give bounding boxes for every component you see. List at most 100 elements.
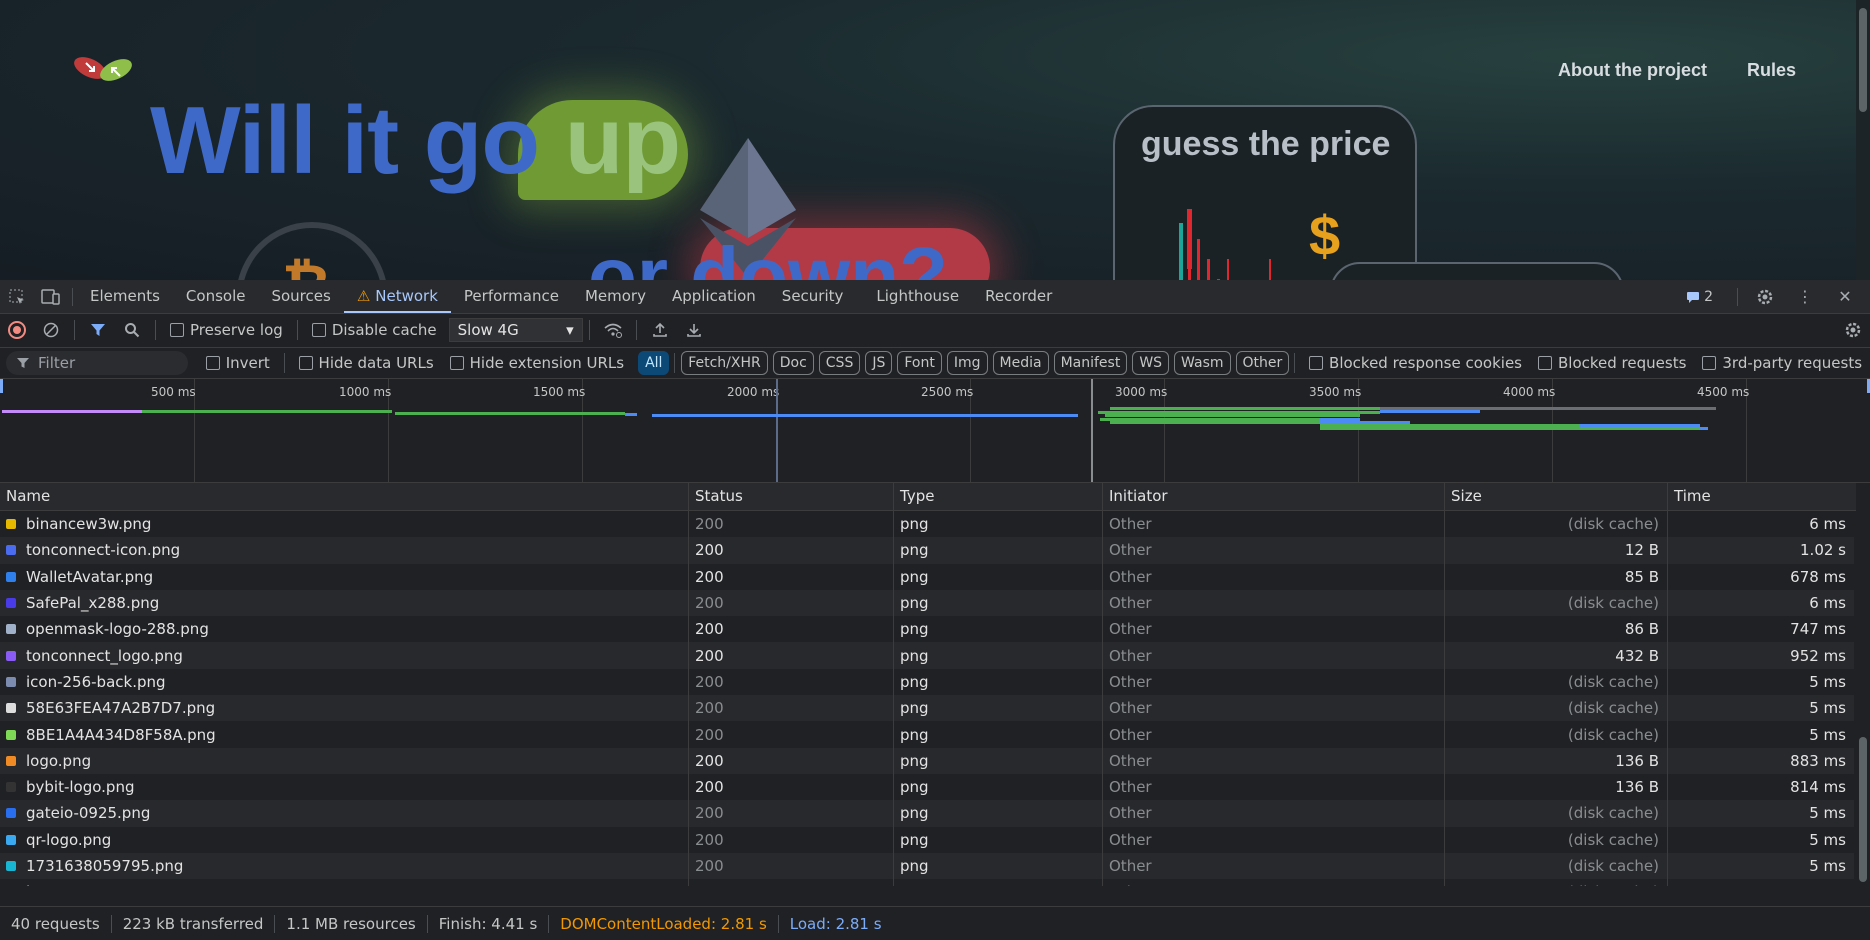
blocked-requests-checkbox[interactable]: Blocked requests <box>1538 354 1686 372</box>
cell-initiator: Other <box>1102 511 1444 538</box>
network-conditions-icon[interactable] <box>596 313 630 347</box>
console-messages-badge[interactable]: 2 <box>1686 289 1713 305</box>
table-row[interactable]: 1731638059795.png 200 png Other (disk cache)… <box>0 852 1854 880</box>
table-row[interactable]: openmask-logo-288.png 200 png Other 86 B 747 … <box>0 616 1854 643</box>
network-overview-timeline[interactable]: 500 ms 1000 ms 1500 ms 2000 ms 2500 ms 3… <box>0 379 1870 483</box>
close-devtools-icon[interactable]: ✕ <box>1828 280 1862 313</box>
nav-rules-link[interactable]: Rules <box>1747 60 1796 81</box>
hide-extension-urls-checkbox[interactable]: Hide extension URLs <box>449 354 624 372</box>
throttling-select[interactable]: Slow 4G ▾ <box>448 318 583 342</box>
third-party-checkbox[interactable]: 3rd-party requests <box>1702 354 1862 372</box>
table-row[interactable]: WalletAvatar.png 200 png Other 85 B 678 ms <box>0 563 1854 590</box>
hide-data-urls-checkbox[interactable]: Hide data URLs <box>298 354 434 372</box>
invert-checkbox[interactable]: Invert <box>205 354 270 372</box>
cell-time: 6 ms <box>1667 589 1854 617</box>
table-row[interactable]: logo.png 200 png Other 136 B 883 ms <box>0 747 1854 774</box>
name-text: WalletAvatar.png <box>26 567 154 586</box>
tab-recorder[interactable]: Recorder <box>972 280 1065 313</box>
table-row[interactable]: tonconnect_logo.png 200 png Other 432 B 952 m… <box>0 642 1854 669</box>
cell-initiator: Other <box>1102 747 1444 774</box>
filter-icon[interactable] <box>81 313 115 347</box>
disable-cache-checkbox[interactable]: Disable cache <box>311 321 437 339</box>
blocked-cookies-label: Blocked response cookies <box>1329 354 1522 372</box>
type-filter-font[interactable]: Font <box>897 351 942 375</box>
preserve-log-checkbox[interactable]: Preserve log <box>170 321 283 339</box>
table-scrollbar[interactable] <box>1856 483 1870 886</box>
column-initiator[interactable]: Initiator <box>1102 483 1444 510</box>
size-text: (disk cache) <box>1567 857 1659 875</box>
type-filter-doc[interactable]: Doc <box>772 351 814 375</box>
blocked-cookies-checkbox[interactable]: Blocked response cookies <box>1309 354 1522 372</box>
type-filter-other[interactable]: Other <box>1235 351 1290 375</box>
settings-gear-icon[interactable] <box>1748 280 1782 313</box>
table-row[interactable]: binancew3w.png 200 png Other (disk cache) 6 m… <box>0 511 1854 538</box>
device-toolbar-icon[interactable] <box>34 280 68 313</box>
import-har-icon[interactable] <box>643 313 677 347</box>
tab-network[interactable]: ⚠ Network <box>343 280 451 313</box>
cell-size: (disk cache) <box>1444 879 1667 886</box>
tick-label: 2000 ms <box>727 385 780 399</box>
network-status-bar: 40 requests 223 kB transferred 1.1 MB re… <box>0 906 1870 940</box>
inspect-element-icon[interactable] <box>0 280 34 313</box>
network-settings-gear-icon[interactable] <box>1836 313 1870 347</box>
table-row[interactable]: 8BE1A4A434D8F58A.png 200 png Other (disk cac… <box>0 721 1854 748</box>
cell-size: 86 B <box>1444 616 1667 643</box>
type-text: png <box>900 699 929 718</box>
column-name[interactable]: Name <box>0 483 688 510</box>
tab-lighthouse[interactable]: Lighthouse <box>856 280 972 313</box>
search-icon[interactable] <box>115 313 149 347</box>
type-filter-img[interactable]: Img <box>946 351 988 375</box>
status-text: 200 <box>695 515 724 534</box>
initiator-text: Other <box>1109 567 1152 586</box>
nav-about-link[interactable]: About the project <box>1558 60 1707 81</box>
tab-console[interactable]: Console <box>173 280 259 313</box>
table-row[interactable]: tonconnect-icon.png 200 png Other 12 B 1.02 s <box>0 537 1854 564</box>
tab-performance[interactable]: Performance <box>451 280 572 313</box>
table-row[interactable]: logo-288.png 200 png Other (disk cache) 5 ms <box>0 879 1854 886</box>
table-row[interactable]: SafePal_x288.png 200 png Other (disk cache) 6… <box>0 589 1854 617</box>
tab-memory[interactable]: Memory <box>572 280 659 313</box>
type-filter-all[interactable]: All <box>638 351 670 375</box>
table-row[interactable]: gateio-0925.png 200 png Other (disk cache) 5 … <box>0 800 1854 827</box>
overview-left-handle[interactable] <box>0 379 3 393</box>
tab-security[interactable]: Security <box>769 280 857 313</box>
file-icon <box>6 834 16 845</box>
type-filter-manifest[interactable]: Manifest <box>1053 351 1128 375</box>
column-status[interactable]: Status <box>688 483 893 510</box>
table-row[interactable]: icon-256-back.png 200 png Other (disk cache)… <box>0 668 1854 696</box>
column-type[interactable]: Type <box>893 483 1102 510</box>
more-options-icon[interactable]: ⋮ <box>1788 280 1822 313</box>
cell-type: png <box>893 589 1102 617</box>
page-scrollbar[interactable] <box>1856 0 1870 280</box>
table-row[interactable]: bybit-logo.png 200 png Other 136 B 814 ms <box>0 773 1854 801</box>
table-row[interactable]: qr-logo.png 200 png Other (disk cache) 5 ms <box>0 826 1854 853</box>
bitcoin-coin-icon: ₿ <box>236 222 388 280</box>
status-text: 200 <box>695 541 724 560</box>
type-filter-fetch-xhr[interactable]: Fetch/XHR <box>681 351 768 375</box>
type-filter-wasm[interactable]: Wasm <box>1174 351 1231 375</box>
time-text: 883 ms <box>1790 751 1846 770</box>
site-logo-icon[interactable] <box>70 54 140 88</box>
column-time[interactable]: Time <box>1667 483 1854 510</box>
tab-elements[interactable]: Elements <box>77 280 173 313</box>
type-filter-ws[interactable]: WS <box>1132 351 1170 375</box>
filter-input[interactable]: Filter <box>6 351 188 375</box>
tab-sources[interactable]: Sources <box>258 280 343 313</box>
column-size[interactable]: Size <box>1444 483 1667 510</box>
cell-initiator: Other <box>1102 668 1444 696</box>
clear-icon[interactable] <box>34 313 68 347</box>
tab-application[interactable]: Application <box>659 280 769 313</box>
table-row[interactable]: 58E63FEA47A2B7D7.png 200 png Other (disk cac… <box>0 695 1854 722</box>
timeline-gridline: 4000 ms <box>1503 379 1555 482</box>
type-filter-js[interactable]: JS <box>865 351 893 375</box>
cell-size: (disk cache) <box>1444 826 1667 853</box>
file-icon <box>6 729 16 740</box>
cell-initiator: Other <box>1102 616 1444 643</box>
guess-price-card[interactable]: guess the price $ <box>1113 105 1417 280</box>
type-filter-media[interactable]: Media <box>992 351 1049 375</box>
export-har-icon[interactable] <box>677 313 711 347</box>
type-filter-css[interactable]: CSS <box>818 351 861 375</box>
record-icon[interactable] <box>0 313 34 347</box>
waterfall-bar <box>1380 410 1480 413</box>
file-icon <box>6 676 16 687</box>
